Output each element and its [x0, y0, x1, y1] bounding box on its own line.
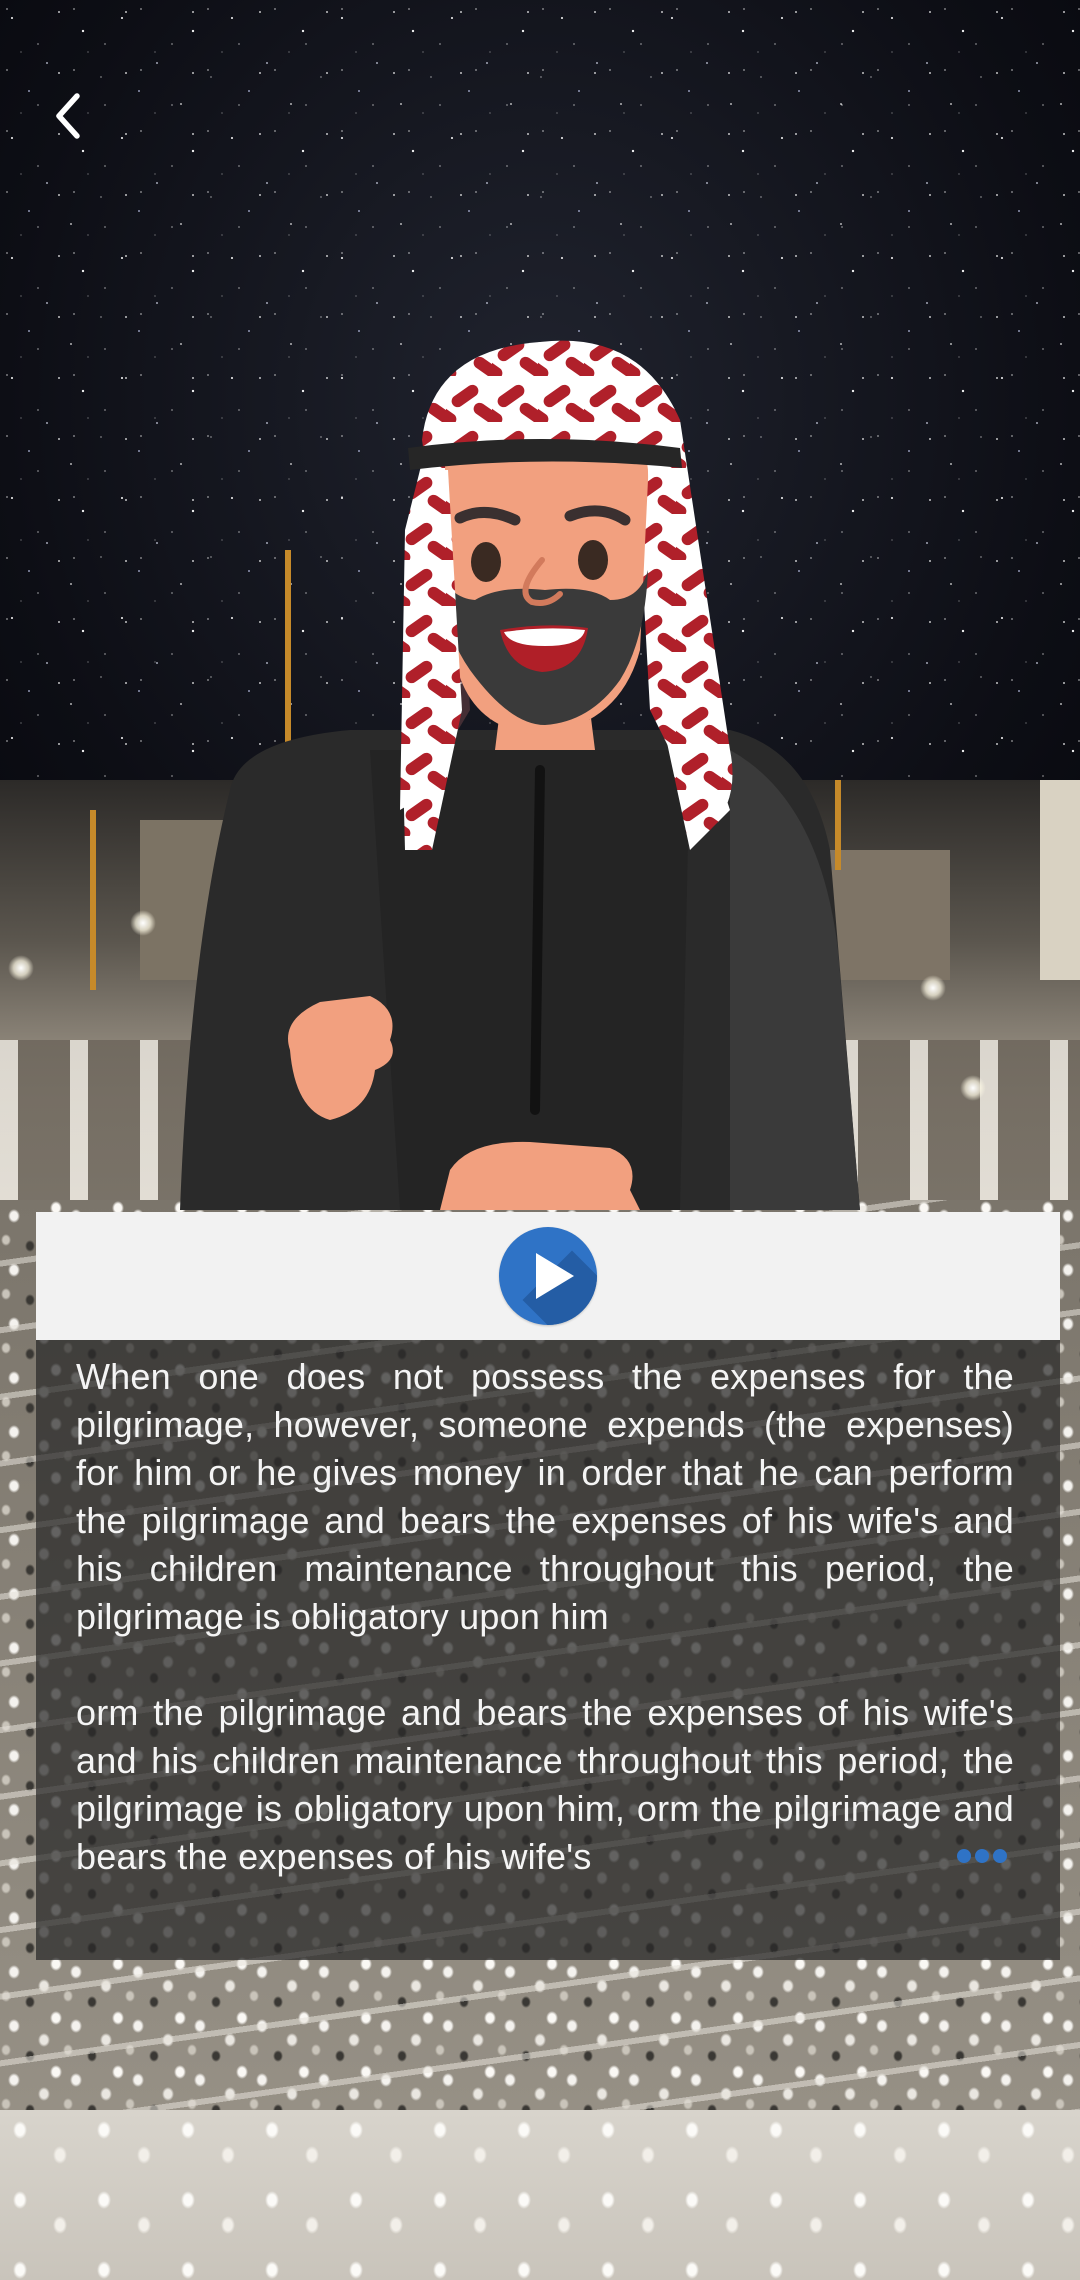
video-control-bar	[36, 1212, 1060, 1340]
plaza-crowd	[0, 2110, 1080, 2280]
back-button[interactable]	[40, 80, 96, 152]
loading-dot	[993, 1849, 1007, 1863]
play-icon	[536, 1253, 574, 1299]
paragraph-1: When one does not possess the expenses f…	[76, 1356, 1014, 1637]
loading-dots-icon	[957, 1849, 1007, 1863]
chevron-left-icon	[56, 93, 80, 139]
paragraph-2: orm the pilgrimage and bears the expense…	[76, 1692, 1014, 1877]
character-avatar	[170, 330, 910, 1210]
loading-dot	[975, 1849, 989, 1863]
loading-dot	[957, 1849, 971, 1863]
play-button[interactable]	[499, 1227, 597, 1325]
subtitle-panel: When one does not possess the expenses f…	[36, 1340, 1060, 1960]
